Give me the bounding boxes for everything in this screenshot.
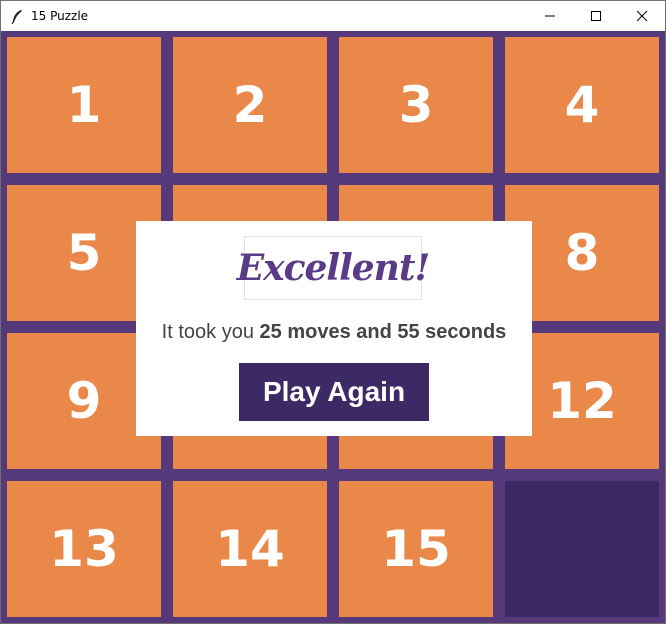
minimize-button[interactable] xyxy=(527,1,573,31)
tile-15[interactable]: 15 xyxy=(339,481,493,617)
message-prefix: It took you xyxy=(161,321,260,343)
moves-and-time: 25 moves and 55 seconds xyxy=(259,321,507,343)
tile-13[interactable]: 13 xyxy=(7,481,161,617)
maximize-icon xyxy=(591,11,601,21)
excellent-logo: Excellent! xyxy=(237,236,430,300)
feather-icon xyxy=(11,10,22,24)
tile-2[interactable]: 2 xyxy=(173,37,327,173)
tile-3[interactable]: 3 xyxy=(339,37,493,173)
close-button[interactable] xyxy=(619,1,665,31)
play-again-button[interactable]: Play Again xyxy=(239,363,429,421)
result-message: It took you 25 moves and 55 seconds xyxy=(136,321,532,344)
window-title: 15 Puzzle xyxy=(31,9,89,23)
tile-14[interactable]: 14 xyxy=(173,481,327,617)
tile-1[interactable]: 1 xyxy=(7,37,161,173)
title-bar[interactable]: 15 Puzzle xyxy=(1,1,665,31)
puzzle-window: 15 Puzzle 1 2 3 4 5 6 7 8 9 10 11 12 13 … xyxy=(0,0,666,624)
close-icon xyxy=(636,10,648,22)
win-dialog: Excellent! It took you 25 moves and 55 s… xyxy=(136,221,532,436)
maximize-button[interactable] xyxy=(573,1,619,31)
tile-4[interactable]: 4 xyxy=(505,37,659,173)
empty-slot xyxy=(505,481,659,617)
minimize-icon xyxy=(545,15,555,17)
logo-text: Excellent! xyxy=(236,247,431,289)
